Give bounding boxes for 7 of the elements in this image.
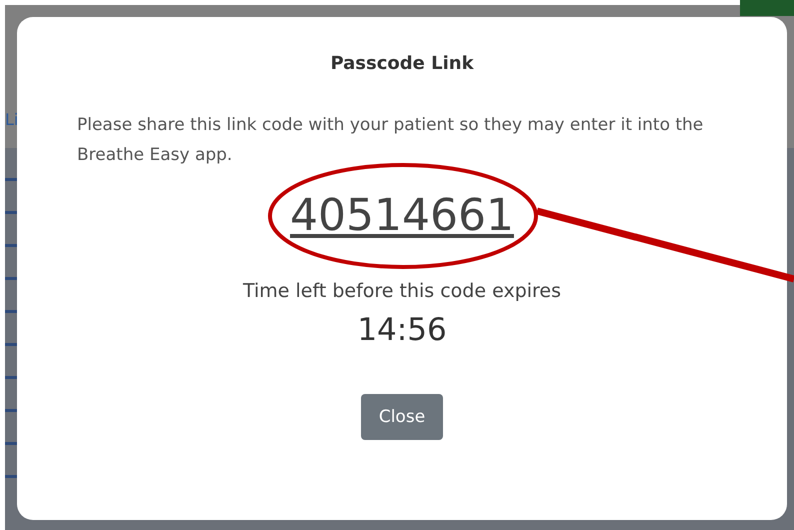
passcode: 40514661 <box>290 189 514 243</box>
dialog-message: Please share this link code with your patient so they may enter it into the Breathe Easy app. <box>77 114 704 167</box>
header-button[interactable] <box>740 0 794 16</box>
close-button[interactable]: Close <box>361 394 443 440</box>
timer-label: Time left before this code expires <box>242 280 562 302</box>
dialog-title: Passcode Link <box>330 53 474 74</box>
countdown-timer: 14:56 <box>357 312 447 348</box>
